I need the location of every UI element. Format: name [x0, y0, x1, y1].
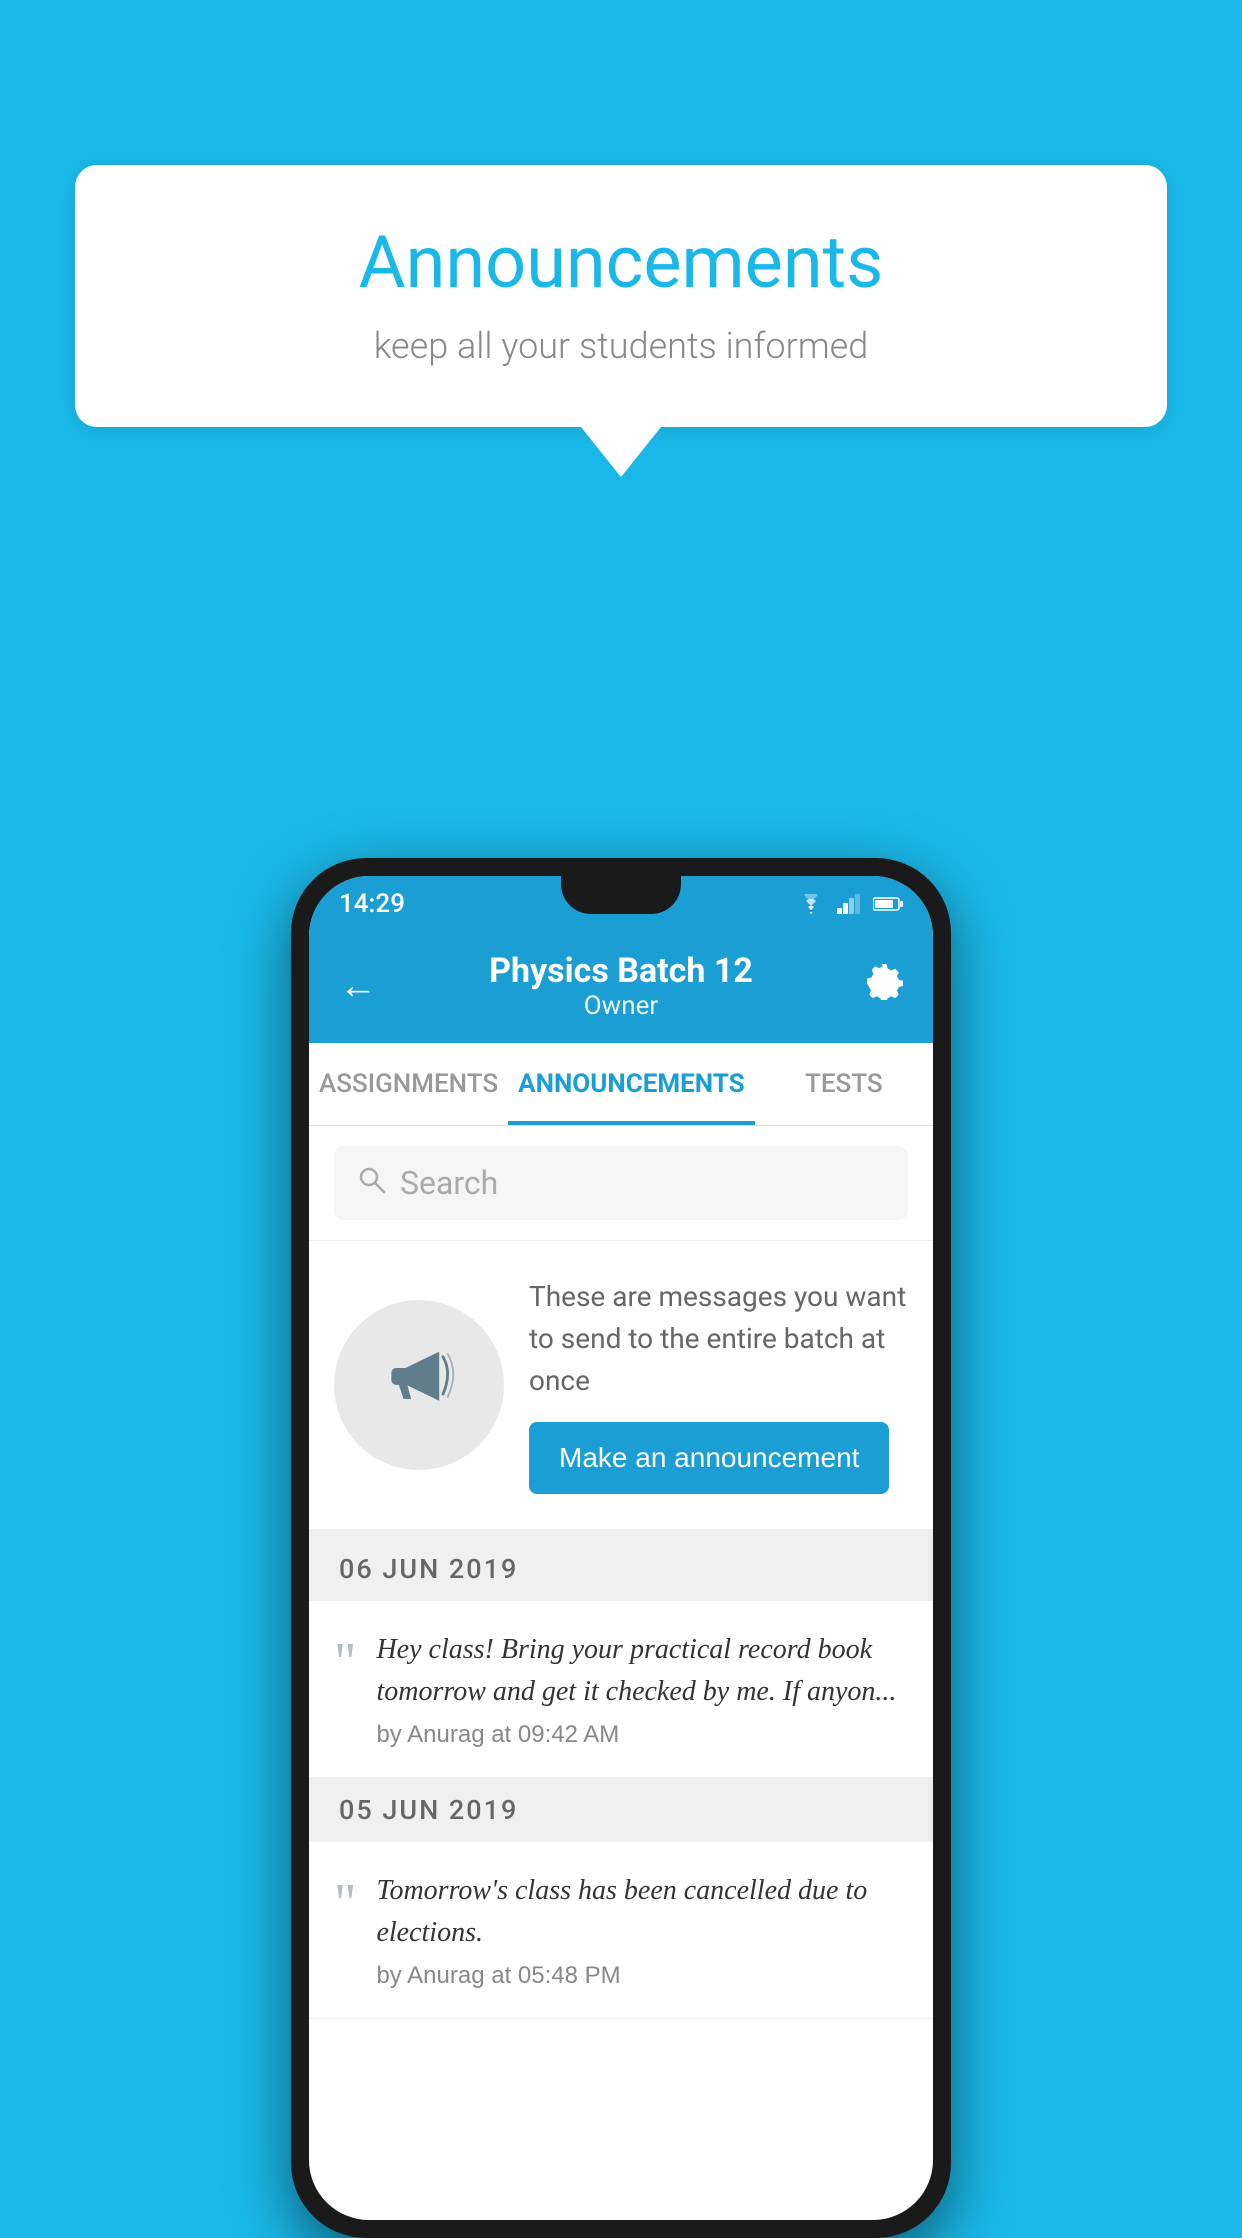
bubble-subtitle: keep all your students informed — [135, 325, 1107, 367]
quote-icon-2: " — [334, 1875, 356, 1930]
make-announcement-button[interactable]: Make an announcement — [529, 1422, 889, 1494]
megaphone-circle — [334, 1300, 504, 1470]
search-container: Search — [309, 1126, 933, 1241]
announcement-prompt: These are messages you want to send to t… — [309, 1241, 933, 1537]
status-bar: 14:29 — [309, 876, 933, 931]
phone-frame: 14:29 — [291, 858, 951, 2238]
megaphone-icon — [382, 1338, 457, 1432]
search-icon — [358, 1164, 386, 1202]
prompt-text: These are messages you want to send to t… — [529, 1276, 908, 1402]
date-section-2: 05 JUN 2019 — [309, 1778, 933, 1842]
tabs-bar: ASSIGNMENTS ANNOUNCEMENTS TESTS — [309, 1043, 933, 1126]
settings-icon[interactable] — [865, 962, 903, 1010]
wifi-icon — [797, 894, 825, 914]
date-label-1: 06 JUN 2019 — [339, 1553, 518, 1585]
speech-bubble-section: Announcements keep all your students inf… — [75, 165, 1167, 477]
message-content-2: Tomorrow's class has been cancelled due … — [376, 1870, 905, 1990]
notch — [561, 876, 681, 914]
battery-icon — [873, 896, 903, 912]
prompt-right: These are messages you want to send to t… — [529, 1276, 908, 1494]
message-text-2: Tomorrow's class has been cancelled due … — [376, 1870, 905, 1954]
bubble-tail — [581, 427, 661, 477]
tab-tests[interactable]: TESTS — [755, 1043, 933, 1125]
batch-role: Owner — [489, 991, 753, 1021]
message-author-2: by Anurag at 05:48 PM — [376, 1962, 905, 1990]
message-item-1[interactable]: " Hey class! Bring your practical record… — [309, 1601, 933, 1778]
batch-title: Physics Batch 12 — [489, 951, 753, 991]
search-bar[interactable]: Search — [334, 1146, 908, 1220]
message-author-1: by Anurag at 09:42 AM — [376, 1721, 905, 1749]
signal-icon — [837, 894, 861, 914]
status-icons — [797, 894, 903, 914]
bubble-title: Announcements — [135, 220, 1107, 305]
date-label-2: 05 JUN 2019 — [339, 1794, 518, 1826]
phone-screen: 14:29 — [309, 876, 933, 2220]
date-section-1: 06 JUN 2019 — [309, 1537, 933, 1601]
app-header: ← Physics Batch 12 Owner — [309, 931, 933, 1043]
message-content-1: Hey class! Bring your practical record b… — [376, 1629, 905, 1749]
quote-icon-1: " — [334, 1634, 356, 1689]
message-item-2[interactable]: " Tomorrow's class has been cancelled du… — [309, 1842, 933, 2019]
message-text-1: Hey class! Bring your practical record b… — [376, 1629, 905, 1713]
speech-bubble: Announcements keep all your students inf… — [75, 165, 1167, 427]
header-title-area: Physics Batch 12 Owner — [489, 951, 753, 1021]
tab-announcements[interactable]: ANNOUNCEMENTS — [508, 1043, 754, 1125]
status-time: 14:29 — [339, 889, 405, 919]
search-placeholder: Search — [400, 1164, 498, 1202]
back-button[interactable]: ← — [339, 967, 377, 1005]
tab-assignments[interactable]: ASSIGNMENTS — [309, 1043, 508, 1125]
